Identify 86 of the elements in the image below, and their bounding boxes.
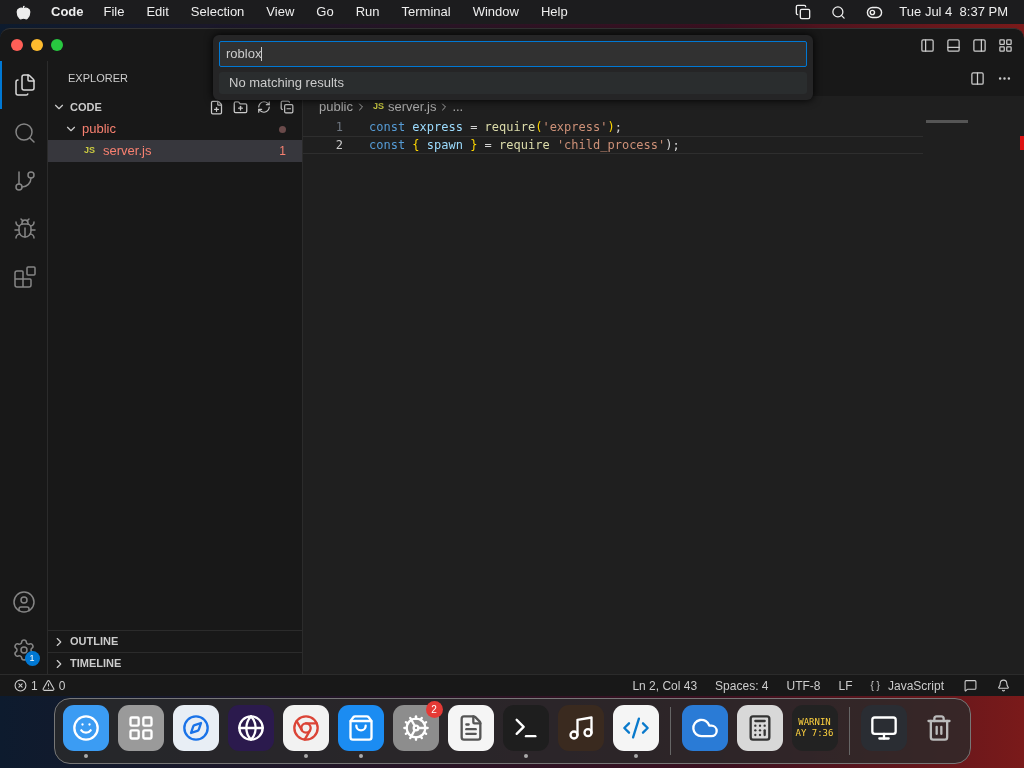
- customize-layout-icon[interactable]: [998, 37, 1013, 53]
- notification-badge: 1: [24, 651, 40, 666]
- toggle-sidebar-icon[interactable]: [920, 37, 935, 53]
- settings-icon: [11, 638, 36, 662]
- console-text: WARNIN: [798, 716, 831, 728]
- maximize-window-button[interactable]: [51, 39, 63, 51]
- folder-label: CODE: [70, 99, 103, 115]
- code-editor-icon[interactable]: [612, 704, 659, 751]
- menu-item[interactable]: Terminal: [401, 2, 451, 22]
- panel-label: TIMELINE: [70, 656, 122, 672]
- line-number: 2: [334, 137, 343, 154]
- notifications-icon[interactable]: [997, 679, 1010, 692]
- panel-label: OUTLINE: [70, 634, 119, 650]
- extensions-icon: [12, 265, 37, 289]
- screen-mirroring-icon[interactable]: [795, 4, 812, 20]
- no-results-message: No matching results: [229, 74, 344, 93]
- error-marker: [1020, 136, 1024, 150]
- code-line: const express = require('express');: [369, 119, 622, 136]
- status-item[interactable]: JavaScript: [887, 676, 944, 695]
- account-icon: [11, 590, 36, 614]
- calculator-icon[interactable]: [736, 704, 783, 751]
- panel-header[interactable]: OUTLINE: [48, 630, 302, 652]
- run-debug-icon: [12, 217, 37, 241]
- toggle-panel-icon[interactable]: [946, 37, 961, 53]
- launchpad-icon[interactable]: [117, 704, 164, 751]
- status-item[interactable]: UTF-8: [786, 676, 821, 695]
- close-window-button[interactable]: [11, 39, 23, 51]
- folder-header[interactable]: CODE: [48, 96, 302, 118]
- new-file-icon[interactable]: [209, 99, 224, 115]
- menu-item[interactable]: Run: [355, 2, 380, 22]
- breadcrumb[interactable]: public: [319, 97, 353, 117]
- search-field[interactable]: roblox: [219, 41, 807, 67]
- code-line: const { spawn } = require 'child_process');: [369, 137, 680, 154]
- chrome-icon[interactable]: [282, 704, 329, 751]
- status-item[interactable]: Spaces: 4: [715, 676, 769, 695]
- breadcrumb[interactable]: ...: [452, 97, 464, 117]
- activity-bar-button[interactable]: 1: [0, 626, 48, 674]
- line-number: 1: [334, 119, 343, 136]
- problem-count: 1: [279, 143, 286, 160]
- menu-item[interactable]: Go: [316, 2, 334, 22]
- js-file-icon: JS: [372, 100, 384, 114]
- minimize-window-button[interactable]: [31, 39, 43, 51]
- breadcrumb[interactable]: server.js: [388, 97, 437, 117]
- search-icon[interactable]: [831, 4, 847, 20]
- problems-indicator[interactable]: 1 0: [14, 676, 66, 695]
- notification-badge: 2: [425, 700, 443, 718]
- warning-icon: [41, 679, 55, 692]
- source-control-icon: [12, 169, 37, 193]
- menu-item[interactable]: Selection: [190, 2, 245, 22]
- menu-item[interactable]: File: [103, 2, 125, 22]
- sidebar-title: EXPLORER: [68, 71, 128, 87]
- minimap: [926, 120, 968, 123]
- braces-icon: { }: [870, 678, 880, 693]
- tree-item-label: public: [82, 120, 117, 139]
- collapse-all-icon[interactable]: [280, 100, 294, 114]
- error-icon: [14, 679, 27, 692]
- explorer-icon: [12, 73, 37, 97]
- app-menu[interactable]: Code: [51, 2, 84, 22]
- console-icon[interactable]: WARNIN AY 7:36: [791, 704, 838, 751]
- status-item[interactable]: Ln 2, Col 43: [632, 676, 698, 695]
- menu-item[interactable]: View: [266, 2, 295, 22]
- split-editor-icon[interactable]: [970, 71, 985, 86]
- toggle-secondary-sidebar-icon[interactable]: [972, 37, 987, 53]
- compass-icon[interactable]: [172, 704, 219, 751]
- text-editor-icon[interactable]: [447, 704, 494, 751]
- terminal-icon[interactable]: [502, 704, 549, 751]
- menu-item[interactable]: Edit: [146, 2, 169, 22]
- tree-item[interactable]: JS server.js 1: [48, 140, 302, 162]
- globe-icon[interactable]: [227, 704, 274, 751]
- menu-item[interactable]: Help: [540, 2, 568, 22]
- console-text: AY 7:36: [795, 727, 834, 739]
- menu-item[interactable]: Window: [472, 2, 519, 22]
- settings-icon[interactable]: [392, 704, 439, 751]
- tree-item-label: server.js: [103, 142, 153, 161]
- error-count: 1: [31, 677, 38, 695]
- search-icon: [12, 121, 37, 145]
- status-item[interactable]: LF: [838, 676, 853, 695]
- warning-count: 0: [58, 677, 66, 695]
- js-file-icon: JS: [84, 144, 95, 158]
- refresh-icon[interactable]: [257, 100, 271, 114]
- weather-icon[interactable]: [681, 704, 728, 751]
- new-folder-icon[interactable]: [233, 99, 248, 115]
- tree-item[interactable]: public: [48, 118, 302, 140]
- clock[interactable]: Tue Jul 4 8:37 PM: [899, 2, 1008, 22]
- apple-logo-icon[interactable]: [16, 4, 31, 20]
- feedback-icon[interactable]: [964, 679, 977, 692]
